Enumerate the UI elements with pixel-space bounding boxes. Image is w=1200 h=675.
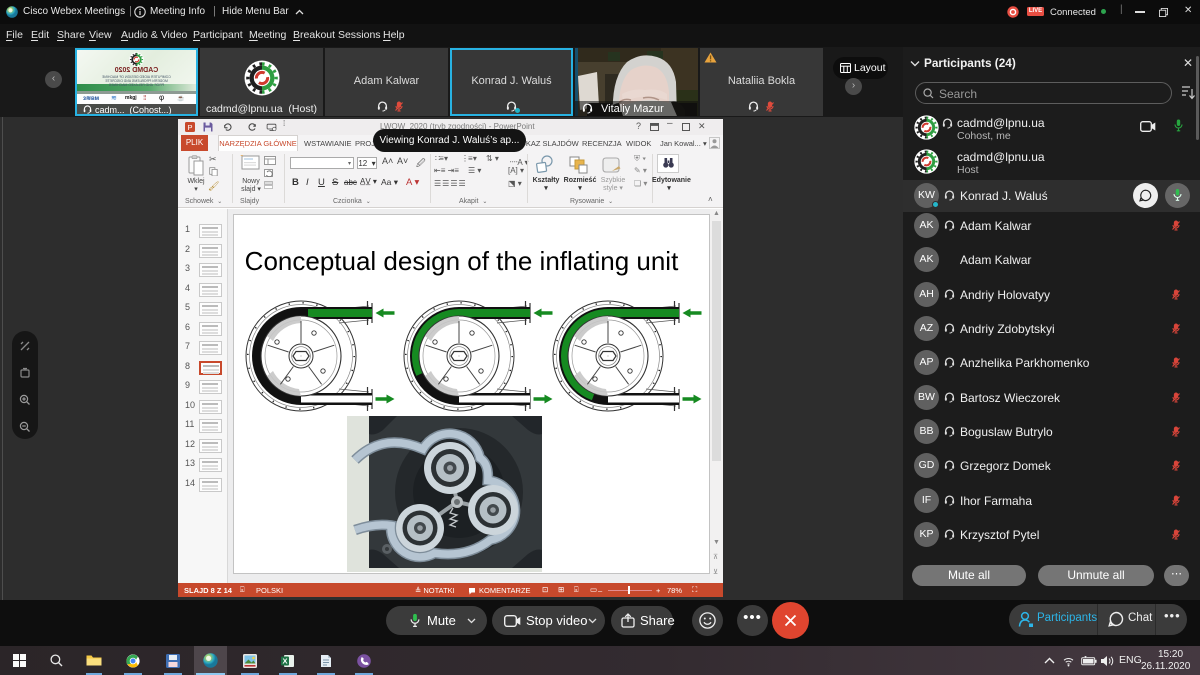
svg-text:X: X bbox=[282, 657, 287, 666]
svg-text:P: P bbox=[187, 123, 192, 132]
